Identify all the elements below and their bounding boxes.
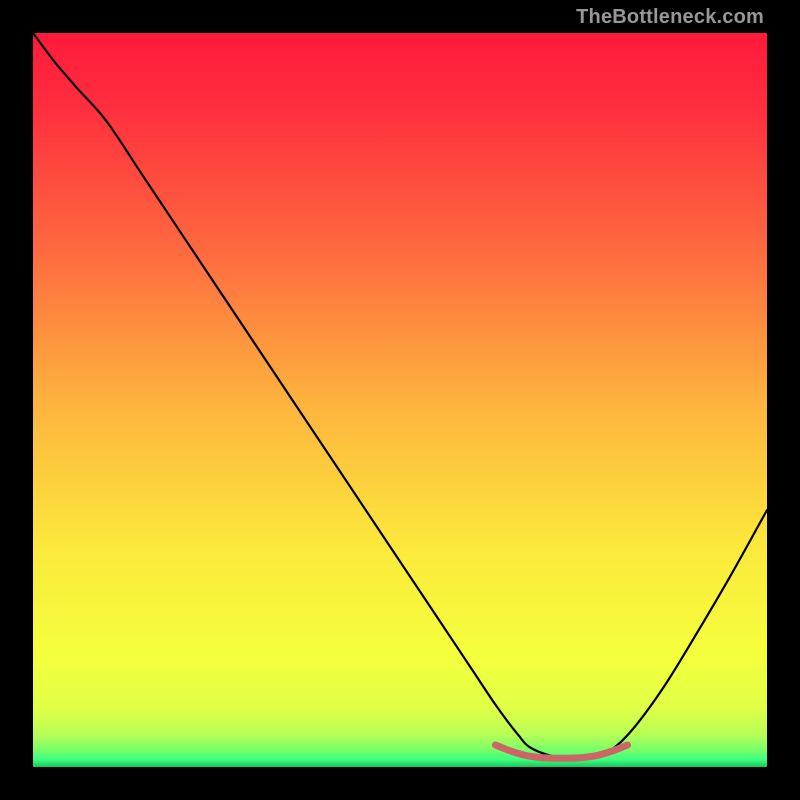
gradient-background bbox=[33, 33, 767, 767]
watermark-text: TheBottleneck.com bbox=[576, 6, 764, 29]
chart-frame bbox=[33, 33, 767, 767]
